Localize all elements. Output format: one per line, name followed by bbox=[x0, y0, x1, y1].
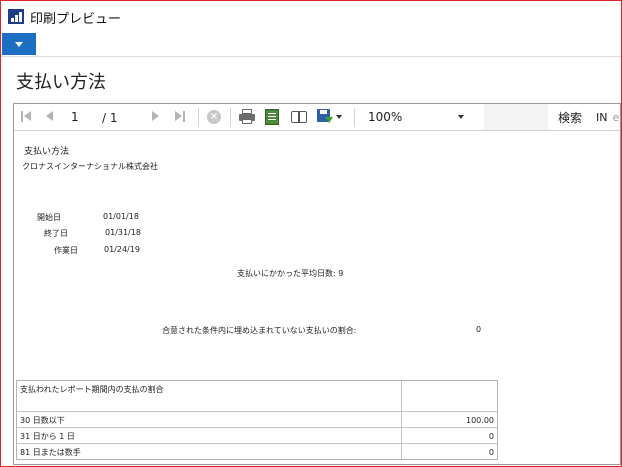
first-page-icon[interactable] bbox=[20, 109, 32, 125]
toolbar-divider bbox=[198, 108, 199, 127]
find-text-input[interactable]: IN e bbox=[596, 111, 619, 124]
toolbar-divider bbox=[230, 108, 231, 127]
toolbar-spacer bbox=[484, 104, 548, 130]
row-label: 30 日数以下 bbox=[20, 416, 65, 425]
row-value: 0 bbox=[488, 448, 494, 457]
toolbar-divider bbox=[354, 108, 355, 127]
current-page-input[interactable] bbox=[69, 107, 99, 127]
report-title: 支払い方法 bbox=[24, 147, 70, 157]
zoom-value: 100% bbox=[368, 110, 403, 124]
table-row: 31 日から 1 日 0 bbox=[17, 427, 497, 443]
viewer-toolbar: / 1 × 100% 検索 IN e bbox=[14, 104, 620, 131]
title-bar: 印刷プレビュー bbox=[1, 1, 621, 31]
previous-page-icon[interactable] bbox=[45, 109, 55, 125]
start-date-value: 01/01/18 bbox=[103, 212, 139, 221]
table-row: 30 日数以下 100.00 bbox=[17, 411, 497, 427]
end-date-value: 01/31/18 bbox=[105, 228, 141, 237]
page-setup-icon[interactable] bbox=[290, 109, 308, 125]
export-menu-chevron-icon[interactable] bbox=[336, 109, 344, 125]
row-value: 0 bbox=[488, 432, 494, 441]
start-date-label: 開始日 bbox=[37, 213, 61, 222]
work-date-value: 01/24/19 bbox=[104, 245, 140, 254]
zoom-select[interactable]: 100% bbox=[364, 107, 468, 127]
chevron-down-icon bbox=[458, 115, 464, 119]
print-layout-icon[interactable] bbox=[264, 109, 280, 125]
page-title: 支払い方法 bbox=[16, 72, 106, 93]
row-label: 31 日から 1 日 bbox=[20, 432, 75, 441]
table-row: 81 日または数手 0 bbox=[17, 443, 497, 459]
window-title: 印刷プレビュー bbox=[30, 12, 122, 27]
outside-terms-value: 0 bbox=[476, 325, 482, 334]
print-preview-window: 印刷プレビュー 支払い方法 / 1 × 100% bbox=[0, 0, 622, 467]
find-text: IN bbox=[596, 111, 608, 124]
stop-icon[interactable]: × bbox=[206, 109, 222, 125]
report-viewer: / 1 × 100% 検索 INe 支払い方法 クロナスインターナショ bbox=[13, 103, 621, 465]
payment-percentage-table: 支払われたレポート期間内の支払の割合 30 日数以下 100.00 31 日から… bbox=[16, 380, 498, 460]
search-button[interactable]: 検索 bbox=[558, 109, 582, 126]
print-icon[interactable] bbox=[238, 109, 256, 125]
average-days-text: 支払いにかかった平均日数: 9 bbox=[237, 269, 344, 278]
row-value: 100.00 bbox=[466, 416, 494, 425]
app-chart-icon bbox=[8, 9, 24, 24]
table-header-row: 支払われたレポート期間内の支払の割合 bbox=[17, 381, 497, 411]
action-menu-button[interactable] bbox=[2, 33, 36, 55]
report-company: クロナスインターナショナル株式会社 bbox=[22, 162, 158, 171]
total-pages-label: / 1 bbox=[102, 111, 118, 125]
end-date-label: 終了日 bbox=[44, 229, 68, 238]
last-page-icon[interactable] bbox=[174, 109, 186, 125]
next-page-icon[interactable] bbox=[150, 109, 160, 125]
action-pane bbox=[1, 33, 621, 57]
row-label: 81 日または数手 bbox=[20, 448, 81, 457]
report-page: 支払い方法 クロナスインターナショナル株式会社 開始日 01/01/18 終了日… bbox=[14, 132, 620, 464]
find-text-overflow: e bbox=[612, 111, 620, 124]
table-header-label: 支払われたレポート期間内の支払の割合 bbox=[20, 385, 164, 394]
chevron-down-icon bbox=[15, 42, 23, 47]
outside-terms-label: 合意された条件内に埋め込まれていない支払いの割合: bbox=[162, 326, 357, 335]
work-date-label: 作業日 bbox=[54, 246, 78, 255]
export-icon[interactable] bbox=[317, 109, 333, 125]
